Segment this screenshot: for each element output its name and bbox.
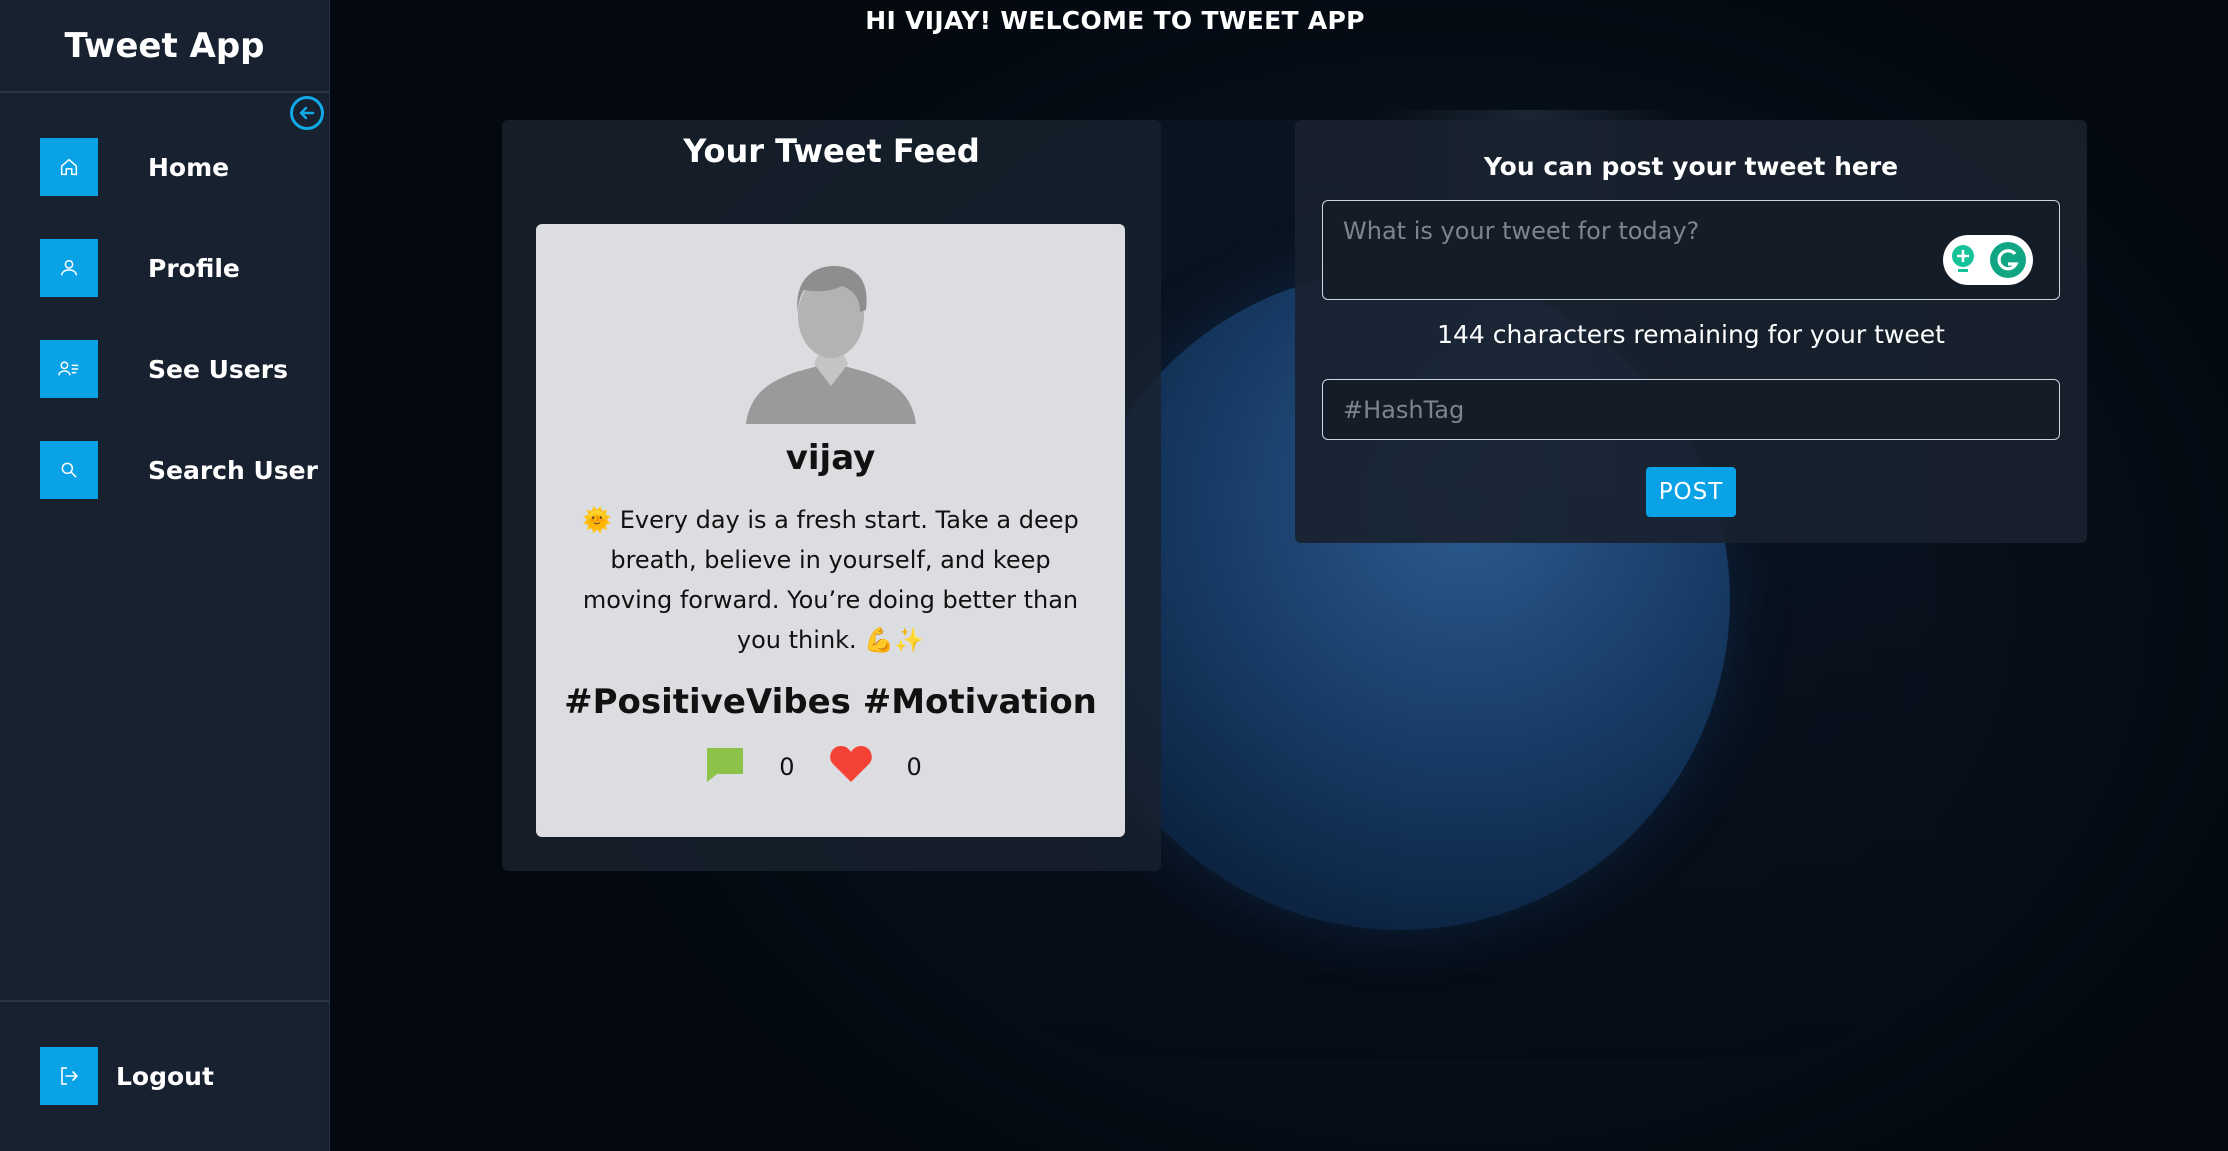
sidebar-item-home[interactable]: Home (0, 138, 329, 196)
users-list-icon (40, 340, 98, 398)
logout-label: Logout (116, 1061, 214, 1091)
comment-count: 0 (779, 753, 795, 781)
tweet-input-wrapper (1322, 200, 2060, 300)
logout-button[interactable]: Logout (40, 1047, 214, 1105)
tweet-actions: 0 0 (536, 744, 1125, 790)
sidebar-item-profile[interactable]: Profile (0, 239, 329, 297)
sidebar-nav: Home Profile See Users Search User (0, 138, 329, 542)
search-icon (40, 441, 98, 499)
app-title: Tweet App (0, 0, 329, 93)
comment-icon[interactable] (705, 744, 745, 790)
sidebar-item-label: Search User (148, 455, 318, 485)
feed-title: Your Tweet Feed (683, 132, 980, 170)
sidebar-item-label: See Users (148, 354, 288, 384)
heart-icon[interactable] (829, 744, 873, 790)
user-icon (40, 239, 98, 297)
sidebar-item-label: Profile (148, 253, 240, 283)
grammarly-icon (1990, 242, 2026, 278)
sidebar: Tweet App Home Profile See Users Search … (0, 0, 330, 1151)
grammarly-widget[interactable] (1943, 235, 2033, 285)
arrow-left-circle-icon (299, 106, 315, 120)
characters-remaining: 144 characters remaining for your tweet (1437, 320, 1945, 349)
home-icon (40, 138, 98, 196)
welcome-heading: HI VIJAY! WELCOME TO TWEET APP (865, 6, 1365, 35)
tweet-card: vijay 🌞 Every day is a fresh start. Take… (536, 224, 1125, 837)
hashtag-input-wrapper (1322, 379, 2060, 440)
post-panel-title: You can post your tweet here (1483, 152, 1899, 181)
tweet-feed-panel: Your Tweet Feed vijay 🌞 Every day is a f… (502, 120, 1161, 871)
post-tweet-panel: You can post your tweet here 144 charact… (1295, 120, 2087, 543)
tweet-hashtags: #PositiveVibes #Motivation (564, 682, 1097, 722)
sidebar-item-see-users[interactable]: See Users (0, 340, 329, 398)
sidebar-item-label: Home (148, 152, 230, 182)
like-count: 0 (906, 753, 922, 781)
hashtag-input[interactable] (1323, 380, 2059, 439)
logout-icon (40, 1047, 98, 1105)
avatar (745, 254, 916, 424)
sidebar-divider (0, 1000, 329, 1002)
sidebar-item-search-user[interactable]: Search User (0, 441, 329, 499)
collapse-sidebar-button[interactable] (290, 96, 324, 130)
tweet-username: vijay (785, 438, 876, 478)
post-button[interactable]: POST (1646, 467, 1736, 517)
lightbulb-icon (1952, 245, 1974, 272)
tweet-text: 🌞 Every day is a fresh start. Take a dee… (582, 506, 1079, 654)
